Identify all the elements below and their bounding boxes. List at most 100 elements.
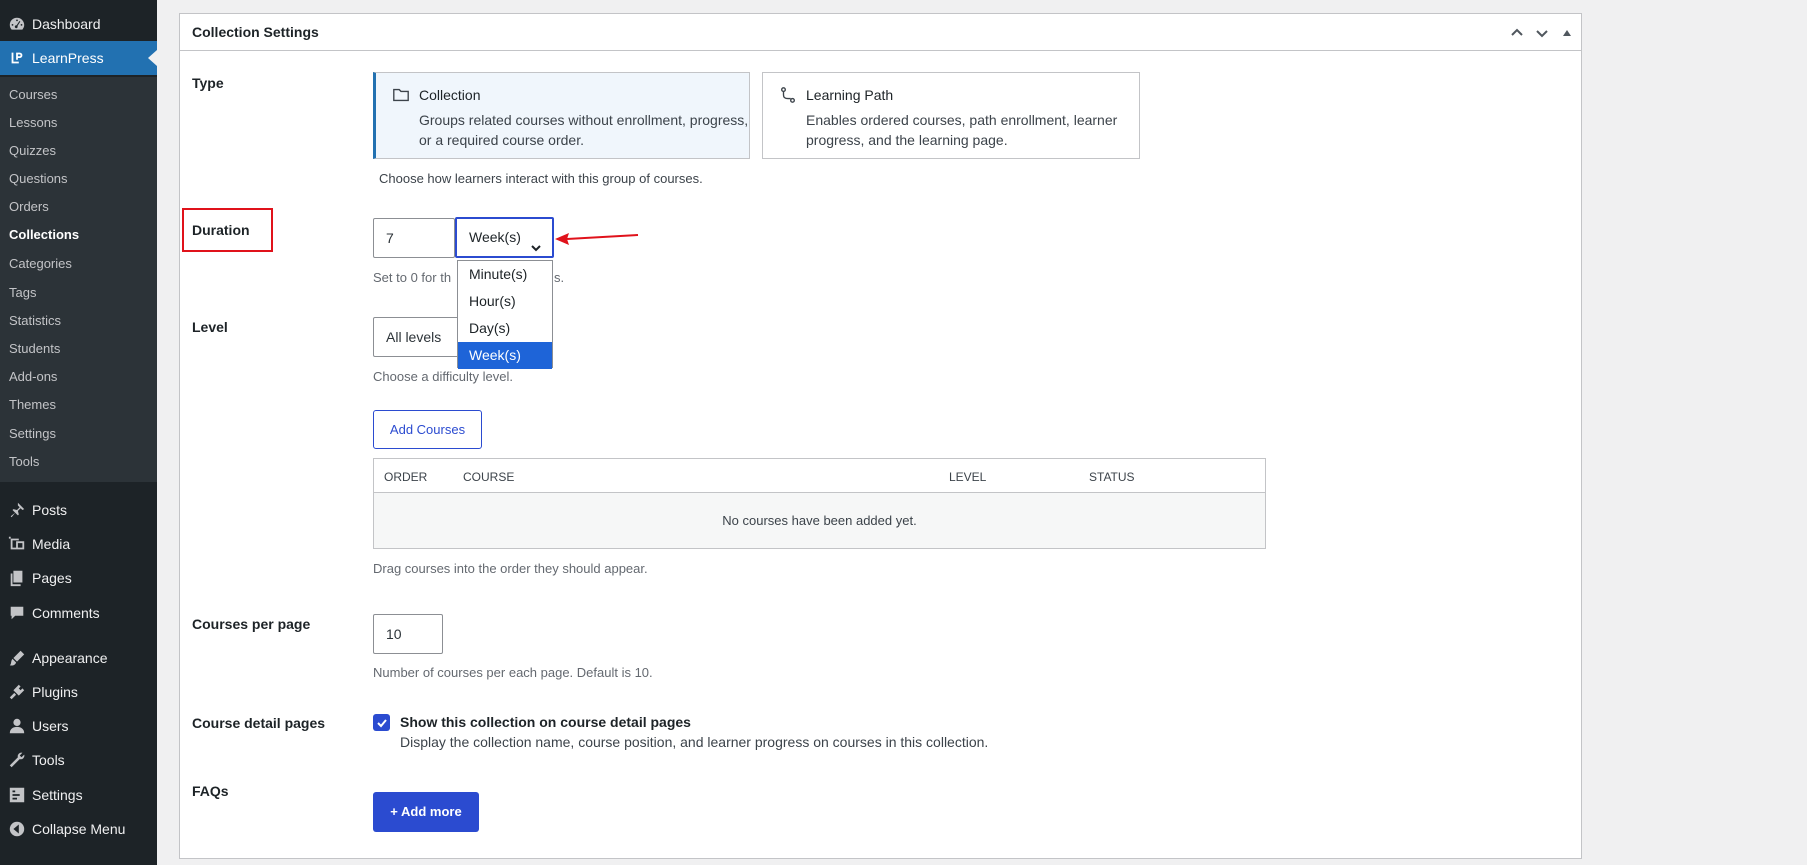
per-page-input[interactable]: 10 <box>373 614 443 654</box>
menu-pages-label: Pages <box>32 570 72 586</box>
per-page-label: Courses per page <box>192 616 311 632</box>
folder-icon <box>392 86 410 104</box>
menu-collapse[interactable]: Collapse Menu <box>0 812 157 846</box>
menu-users-label: Users <box>32 718 69 734</box>
unit-option-hour[interactable]: Hour(s) <box>458 288 552 315</box>
submenu-themes[interactable]: Themes <box>9 397 56 412</box>
courses-table-header: ORDER COURSE LEVEL STATUS <box>374 459 1265 493</box>
menu-plugins-label: Plugins <box>32 684 78 700</box>
menu-media[interactable]: Media <box>0 527 157 561</box>
type-help: Choose how learners interact with this g… <box>379 171 703 186</box>
submenu-categories[interactable]: Categories <box>9 256 72 271</box>
duration-unit-value: Week(s) <box>469 229 521 245</box>
type-option-desc: Groups related courses without enrollmen… <box>419 112 749 148</box>
chevron-down-icon <box>530 231 542 252</box>
menu-tools-label: Tools <box>32 752 65 768</box>
menu-appearance[interactable]: Appearance <box>0 641 157 675</box>
toggle-panel-icon[interactable] <box>1557 23 1577 43</box>
dashboard-icon <box>0 7 30 41</box>
per-page-help: Number of courses per each page. Default… <box>373 665 653 680</box>
learnpress-icon <box>0 41 30 75</box>
submenu-questions[interactable]: Questions <box>9 171 68 186</box>
submenu-students[interactable]: Students <box>9 341 60 356</box>
panel-title: Collection Settings <box>192 24 319 40</box>
move-up-icon[interactable] <box>1507 23 1527 43</box>
wrench-icon <box>0 743 30 777</box>
level-label: Level <box>192 319 228 335</box>
learnpress-submenu: Courses Lessons Quizzes Questions Orders… <box>0 77 157 482</box>
submenu-tags[interactable]: Tags <box>9 285 36 300</box>
level-help: Choose a difficulty level. <box>373 369 513 384</box>
pin-icon <box>0 493 30 527</box>
media-icon <box>0 527 30 561</box>
duration-help-end: s. <box>554 270 565 285</box>
menu-learnpress[interactable]: LearnPress <box>0 41 157 75</box>
type-option-title: Collection <box>419 87 481 103</box>
unit-option-week[interactable]: Week(s) <box>458 342 552 369</box>
faqs-label: FAQs <box>192 783 229 799</box>
add-faq-button[interactable]: + Add more <box>373 792 479 832</box>
submenu-settings[interactable]: Settings <box>9 426 56 441</box>
menu-settings[interactable]: Settings <box>0 778 157 812</box>
submenu-collections[interactable]: Collections <box>9 227 79 242</box>
menu-comments[interactable]: Comments <box>0 596 157 630</box>
menu-users[interactable]: Users <box>0 709 157 743</box>
unit-option-minute[interactable]: Minute(s) <box>458 261 552 288</box>
submenu-quizzes[interactable]: Quizzes <box>9 143 56 158</box>
menu-tools[interactable]: Tools <box>0 743 157 777</box>
type-option-collection[interactable]: Collection Groups related courses withou… <box>373 72 750 159</box>
comment-icon <box>0 596 30 630</box>
duration-label: Duration <box>192 222 250 238</box>
type-option-title: Learning Path <box>806 87 894 103</box>
unit-option-day[interactable]: Day(s) <box>458 315 552 342</box>
courses-table: ORDER COURSE LEVEL STATUS No courses hav… <box>373 458 1266 549</box>
settings-icon <box>0 778 30 812</box>
column-course: COURSE <box>463 470 515 484</box>
submenu-lessons[interactable]: Lessons <box>9 115 57 130</box>
submenu-addons[interactable]: Add-ons <box>9 369 57 384</box>
type-option-desc: Enables ordered courses, path enrollment… <box>806 112 1118 148</box>
brush-icon <box>0 641 30 675</box>
detail-pages-label: Course detail pages <box>192 715 326 731</box>
duration-unit-select[interactable]: Week(s) <box>455 217 554 258</box>
type-label: Type <box>192 75 224 91</box>
pages-icon <box>0 561 30 595</box>
menu-plugins[interactable]: Plugins <box>0 675 157 709</box>
path-icon <box>779 86 797 104</box>
menu-learnpress-label: LearnPress <box>32 50 104 66</box>
column-status: STATUS <box>1089 470 1135 484</box>
duration-help-start: Set to 0 for th <box>373 270 452 285</box>
menu-posts[interactable]: Posts <box>0 493 157 527</box>
user-icon <box>0 709 30 743</box>
detail-pages-checkbox-label[interactable]: Show this collection on course detail pa… <box>400 714 691 730</box>
menu-media-label: Media <box>32 536 71 552</box>
duration-value-input[interactable]: 7 <box>373 218 455 258</box>
menu-dashboard[interactable]: Dashboard <box>0 7 157 41</box>
menu-comments-label: Comments <box>32 605 100 621</box>
detail-pages-checkbox-desc: Display the collection name, course posi… <box>400 734 989 750</box>
submenu-courses[interactable]: Courses <box>9 87 57 102</box>
menu-collapse-label: Collapse Menu <box>32 821 126 837</box>
checkmark-icon <box>376 718 387 727</box>
annotation-arrow-icon <box>555 233 639 245</box>
collapse-icon <box>0 812 30 846</box>
column-level: LEVEL <box>949 470 987 484</box>
collection-settings-panel: Collection Settings Type Collection Grou… <box>179 13 1582 859</box>
type-option-learning-path[interactable]: Learning Path Enables ordered courses, p… <box>762 72 1140 159</box>
move-down-icon[interactable] <box>1532 23 1552 43</box>
courses-empty-message: No courses have been added yet. <box>374 493 1265 548</box>
submenu-tools[interactable]: Tools <box>9 454 39 469</box>
menu-posts-label: Posts <box>32 502 68 518</box>
duration-unit-dropdown: Minute(s) Hour(s) Day(s) Week(s) <box>457 260 553 369</box>
panel-header: Collection Settings <box>180 14 1581 51</box>
detail-pages-checkbox[interactable] <box>373 714 390 731</box>
menu-pages[interactable]: Pages <box>0 561 157 595</box>
submenu-statistics[interactable]: Statistics <box>9 313 61 328</box>
courses-help: Drag courses into the order they should … <box>373 561 648 576</box>
menu-settings-label: Settings <box>32 787 83 803</box>
admin-sidebar: Dashboard LearnPress Courses Lessons Qui… <box>0 0 157 865</box>
menu-appearance-label: Appearance <box>32 650 108 666</box>
add-courses-button[interactable]: Add Courses <box>373 410 482 449</box>
submenu-orders[interactable]: Orders <box>9 199 49 214</box>
plug-icon <box>0 675 30 709</box>
